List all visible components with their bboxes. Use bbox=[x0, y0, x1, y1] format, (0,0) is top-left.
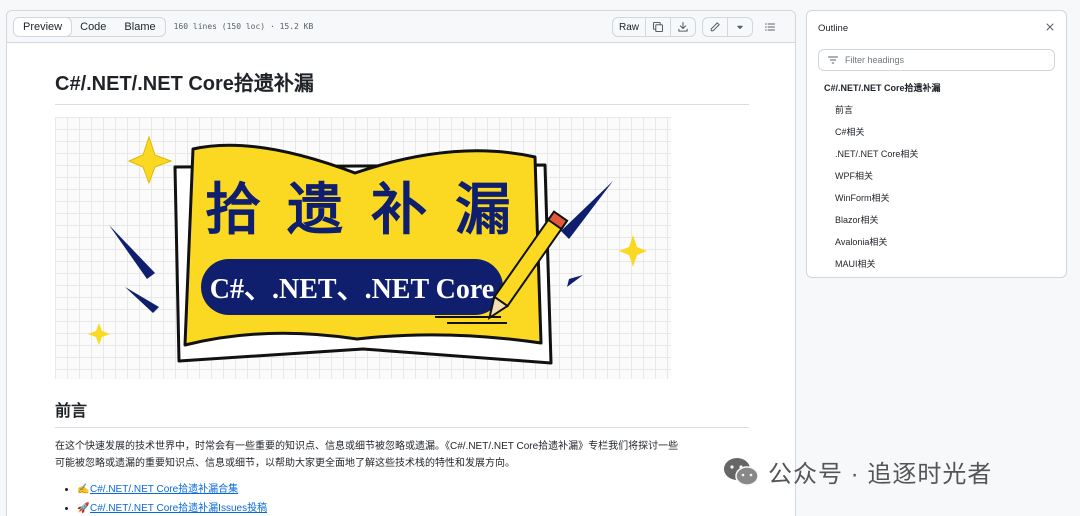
list-item: 🚀C#/.NET/.NET Core拾遗补漏Issues投稿 bbox=[77, 499, 747, 516]
outline-list: C#/.NET/.NET Core拾遗补漏 前言 C#相关 .NET/.NET … bbox=[807, 77, 1066, 275]
download-icon bbox=[678, 21, 688, 32]
rocket-icon: 🚀 bbox=[77, 503, 90, 514]
outline-item-avalonia[interactable]: Avalonia相关 bbox=[807, 231, 1066, 253]
download-button[interactable] bbox=[671, 18, 695, 36]
tab-blame[interactable]: Blame bbox=[115, 18, 164, 36]
issues-link[interactable]: C#/.NET/.NET Core拾遗补漏Issues投稿 bbox=[90, 503, 267, 514]
intro-paragraph: 在这个快速发展的技术世界中，时常会有一些重要的知识点、信息或细节被忽略或遗漏。《… bbox=[55, 438, 749, 472]
banner-illustration: C#、.NET、.NET Core 拾 遗 补 漏 bbox=[88, 135, 647, 365]
outline-item-maui[interactable]: MAUI相关 bbox=[807, 253, 1066, 275]
section-heading-preface: 前言 bbox=[55, 397, 749, 428]
outline-item-winform[interactable]: WinForm相关 bbox=[807, 187, 1066, 209]
watermark: 公众号 · 追逐时光者 bbox=[722, 454, 992, 489]
raw-button-group: Raw bbox=[611, 17, 696, 37]
book-cover bbox=[183, 143, 543, 347]
filter-icon bbox=[827, 56, 839, 64]
intro-line-1: 在这个快速发展的技术世界中，时常会有一些重要的知识点、信息或细节被忽略或遗漏。《… bbox=[55, 441, 679, 452]
file-header: Preview Code Blame 160 lines (150 loc) ·… bbox=[7, 11, 795, 43]
outline-item-csharp[interactable]: C#相关 bbox=[807, 121, 1066, 143]
outline-toggle-button[interactable] bbox=[759, 17, 781, 37]
banner-title-char: 遗 bbox=[287, 177, 343, 243]
view-mode-switch: Preview Code Blame bbox=[13, 16, 166, 37]
outline-item-dotnet[interactable]: .NET/.NET Core相关 bbox=[807, 143, 1066, 165]
banner-title-char: 补 bbox=[371, 177, 427, 243]
link-list: ✍️C#/.NET/.NET Core拾遗补漏合集 🚀C#/.NET/.NET … bbox=[55, 480, 747, 516]
sparkle-shape bbox=[88, 323, 110, 345]
close-icon bbox=[1046, 23, 1054, 31]
filter-headings-input[interactable] bbox=[845, 55, 1045, 65]
outline-item-blazor[interactable]: Blazor相关 bbox=[807, 209, 1066, 231]
markdown-body: C#/.NET/.NET Core拾遗补漏 C#、.NET、.NET Core bbox=[7, 43, 795, 516]
watermark-text: 公众号 · 追逐时光者 bbox=[768, 461, 993, 488]
edit-button[interactable] bbox=[703, 18, 728, 36]
pencil-icon bbox=[710, 22, 720, 32]
page-title: C#/.NET/.NET Core拾遗补漏 bbox=[55, 67, 749, 105]
intro-line-2: 可能被忽略或遗漏的重要知识点、信息或细节，以帮助大家更全面地了解这些技术栈的特性… bbox=[55, 458, 515, 469]
writing-hand-icon: ✍️ bbox=[77, 484, 90, 495]
outline-close-button[interactable] bbox=[1043, 20, 1057, 34]
copy-raw-button[interactable] bbox=[646, 18, 671, 36]
spike-shape bbox=[125, 287, 159, 313]
file-meta: 160 lines (150 loc) · 15.2 KB bbox=[173, 22, 314, 31]
sparkle-shape bbox=[619, 235, 647, 267]
copy-icon bbox=[652, 21, 664, 33]
raw-button[interactable]: Raw bbox=[613, 18, 646, 36]
tab-code[interactable]: Code bbox=[71, 18, 115, 36]
outline-panel: Outline C#/.NET/.NET Core拾遗补漏 前言 C#相关 .N… bbox=[806, 10, 1067, 278]
outline-item-title[interactable]: C#/.NET/.NET Core拾遗补漏 bbox=[807, 77, 1066, 99]
file-toolbar: Raw bbox=[611, 17, 781, 37]
edit-dropdown-button[interactable] bbox=[728, 18, 752, 36]
triangle-down-icon bbox=[737, 25, 743, 30]
outline-title: Outline bbox=[818, 23, 849, 34]
list-item: ✍️C#/.NET/.NET Core拾遗补漏合集 bbox=[77, 480, 747, 499]
banner-title-char: 漏 bbox=[455, 177, 511, 243]
tab-preview[interactable]: Preview bbox=[13, 17, 73, 36]
filter-headings-field bbox=[818, 49, 1055, 71]
wechat-icon bbox=[724, 457, 759, 486]
banner-title-char: 拾 bbox=[205, 177, 261, 243]
collection-link[interactable]: C#/.NET/.NET Core拾遗补漏合集 bbox=[90, 484, 238, 495]
list-icon bbox=[764, 23, 776, 31]
banner-subtitle: C#、.NET、.NET Core bbox=[210, 274, 494, 305]
outline-item-wpf[interactable]: WPF相关 bbox=[807, 165, 1066, 187]
spike-shape bbox=[561, 181, 613, 239]
spike-shape bbox=[567, 275, 583, 287]
spike-shape bbox=[109, 225, 155, 279]
sparkle-shape bbox=[127, 135, 173, 185]
file-panel: Preview Code Blame 160 lines (150 loc) ·… bbox=[6, 10, 796, 516]
banner-image: C#、.NET、.NET Core 拾 遗 补 漏 bbox=[55, 117, 671, 379]
outline-item-preface[interactable]: 前言 bbox=[807, 99, 1066, 121]
edit-button-group bbox=[702, 17, 753, 37]
